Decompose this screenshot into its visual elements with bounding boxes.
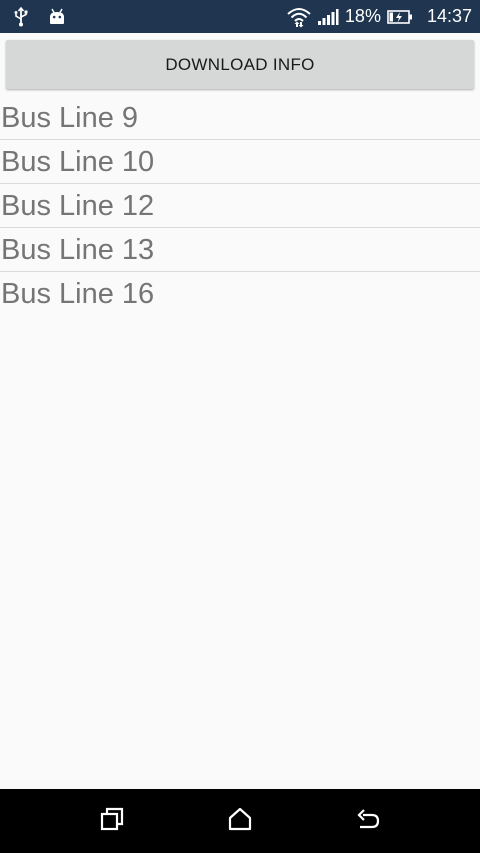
battery-charging-icon — [387, 9, 413, 25]
bus-line-list: Bus Line 9 Bus Line 10 Bus Line 12 Bus L… — [0, 96, 480, 316]
list-item-bus-line-9[interactable]: Bus Line 9 — [0, 96, 480, 140]
navigation-bar — [0, 789, 480, 853]
signal-icon — [317, 8, 339, 26]
back-button[interactable] — [338, 789, 398, 853]
status-bar: 18% 14:37 — [0, 0, 480, 33]
battery-percent: 18% — [344, 6, 381, 26]
recent-apps-button[interactable] — [82, 789, 142, 853]
home-button[interactable] — [210, 789, 270, 853]
wifi-icon — [287, 6, 311, 28]
usb-icon — [12, 6, 30, 27]
list-item-bus-line-16[interactable]: Bus Line 16 — [0, 272, 480, 316]
home-icon — [227, 807, 253, 836]
back-icon — [355, 807, 381, 836]
list-item-bus-line-10[interactable]: Bus Line 10 — [0, 140, 480, 184]
recent-apps-icon — [99, 807, 125, 836]
app-screen: 18% 14:37 DOWNLOAD INFO Bus Line 9 Bus L… — [0, 0, 480, 853]
android-debug-icon — [48, 8, 66, 26]
list-item-bus-line-12[interactable]: Bus Line 12 — [0, 184, 480, 228]
clock: 14:37 — [426, 6, 472, 26]
status-bar-notifications — [12, 0, 66, 33]
main-content: DOWNLOAD INFO Bus Line 9 Bus Line 10 Bus… — [0, 33, 480, 789]
status-bar-system: 18% 14:37 — [287, 0, 472, 33]
list-item-bus-line-13[interactable]: Bus Line 13 — [0, 228, 480, 272]
download-info-button[interactable]: DOWNLOAD INFO — [6, 40, 474, 89]
